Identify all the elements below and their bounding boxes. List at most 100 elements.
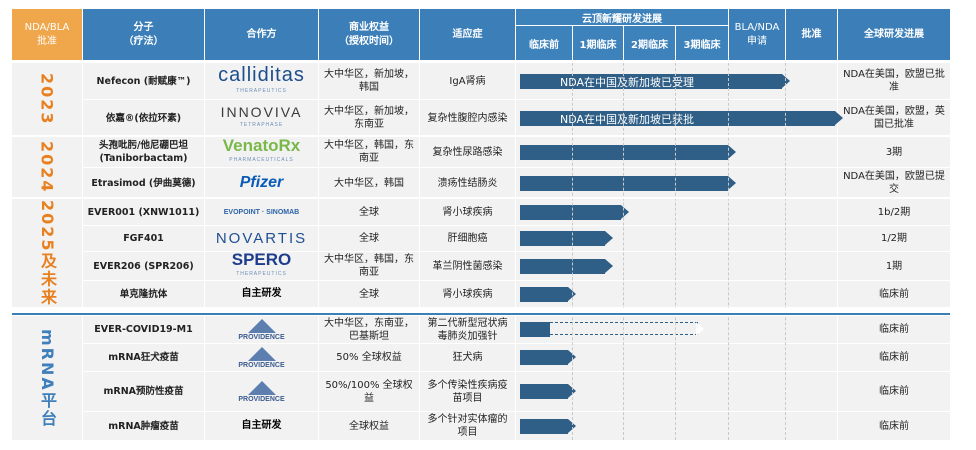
global-status: 1b/2期: [877, 206, 911, 218]
mrna-top-line: [12, 313, 950, 315]
indication: 革兰阴性菌感染: [432, 260, 503, 272]
partner-logo-text: VenatoRx: [222, 136, 301, 155]
commercial-rights: 大中华区，韩国: [334, 177, 404, 189]
partner-logo-text: SPERO: [231, 250, 292, 269]
molecule-name: EVER-COVID19-M1: [94, 324, 193, 335]
molecule-name: mRNA肿瘤疫苗: [108, 420, 179, 432]
molecule-name: 单克隆抗体: [119, 288, 168, 300]
progress-bar: [520, 287, 568, 302]
commercial-rights: 50% 全球权益: [336, 352, 402, 363]
partner-logo-subtext: TETRAPHASE: [239, 121, 284, 128]
stage-divider: [572, 63, 573, 440]
header-partner: 合作方: [205, 9, 318, 60]
header-approval: 批准: [786, 9, 837, 60]
header-preclinical: 临床前: [516, 25, 572, 60]
partner-logo: calliditas THERAPEUTICS: [205, 63, 318, 99]
header-phase2: 2期临床: [624, 25, 675, 60]
partner-logo: PROVIDENCE: [205, 372, 318, 411]
indication: 多个传染性疾病疫苗项目: [427, 379, 508, 404]
partner-logo: PROVIDENCE: [205, 316, 318, 343]
commercial-rights: 全球: [359, 233, 379, 244]
molecule-name: EVER001 (XNW1011): [87, 206, 200, 218]
global-status: NDA在美国，欧盟，英国已批准: [843, 106, 945, 130]
commercial-rights: 大中华区，韩国，东南亚: [324, 254, 414, 278]
molecule-name: 依嘉®(依拉环素): [105, 112, 182, 124]
header-nda-bla: NDA/BLA 批准: [12, 9, 82, 60]
global-status: 临床前: [879, 386, 909, 397]
partner-logo: 自主研发: [205, 281, 318, 307]
header-indication: 适应症: [420, 9, 515, 60]
group-separator: [12, 197, 950, 199]
partner-logo: VenatoRx PHARMACEUTICALS: [205, 137, 318, 167]
group-label-mrna: mRNA平台: [38, 328, 57, 428]
indication: 多个针对实体瘤的项目: [427, 414, 508, 438]
header-bla-filing: BLA/NDA 申请: [729, 9, 785, 60]
partner-logo-text: PROVIDENCE: [238, 361, 285, 369]
commercial-rights: 大中华区，韩国，东南亚: [324, 140, 414, 164]
progress-bar-label: NDA在中国及新加坡已受理: [560, 75, 695, 89]
indication: 复杂性尿路感染: [432, 146, 503, 158]
stage-divider: [785, 63, 786, 440]
progress-bar-solid: [520, 322, 550, 337]
progress-bar: [520, 384, 568, 399]
global-status: 1/2期: [880, 233, 908, 244]
group-label-2024: 2024: [37, 140, 57, 194]
indication: 复杂性腹腔内感染: [427, 112, 508, 124]
partner-logo: NOVARTIS: [205, 226, 318, 251]
progress-arrow-tip: [782, 74, 790, 88]
molecule-name: mRNA预防性疫苗: [103, 386, 184, 397]
global-status: 临床前: [879, 420, 909, 432]
header-stage-group: 云顶新耀研发进展: [516, 9, 728, 25]
global-status: 3期: [885, 146, 903, 158]
commercial-rights: 大中华区，东南亚，巴基斯坦: [324, 317, 414, 342]
partner-logo: SPERO THERAPEUTICS: [205, 250, 318, 280]
indication: IgA肾病: [449, 75, 486, 87]
partner-logo-subtext: THERAPEUTICS: [236, 271, 287, 277]
global-status: 临床前: [879, 288, 909, 300]
stage-divider: [728, 63, 729, 440]
global-status: NDA在美国，欧盟已提交: [843, 171, 945, 195]
commercial-rights: 全球: [359, 206, 379, 218]
global-status: 临床前: [879, 352, 909, 363]
progress-bar: [520, 419, 568, 434]
partner-logo: EVOPOINT · SINOMAB: [205, 199, 318, 225]
partner-logo: Pfizer: [205, 168, 318, 198]
progress-bar: [520, 205, 621, 220]
indication: 肝细胞癌: [447, 233, 488, 244]
progress-bar: [520, 322, 704, 337]
commercial-rights: 大中华区，新加坡，韩国: [324, 69, 414, 93]
progress-arrow-tip: [728, 176, 736, 190]
indication: 狂犬病: [452, 352, 483, 363]
commercial-rights: 全球权益: [349, 420, 389, 432]
molecule-name: EVER206 (SPR206): [93, 260, 194, 272]
stage-divider: [623, 63, 624, 440]
partner-logo: INNOVIVA TETRAPHASE: [205, 100, 318, 136]
partner-logo-text: 自主研发: [241, 420, 282, 431]
group-label-2025: 2025及未来: [38, 199, 57, 307]
partner-logo-text: 自主研发: [241, 288, 282, 299]
molecule-name: mRNA狂犬疫苗: [108, 352, 179, 363]
partner-logo: PROVIDENCE: [205, 344, 318, 371]
mountain-logo-icon: [247, 346, 276, 361]
partner-logo-text: EVOPOINT · SINOMAB: [223, 208, 300, 216]
global-status: 临床前: [879, 324, 909, 335]
commercial-rights: 50%/100% 全球权益: [325, 379, 413, 404]
commercial-rights: 大中华区，新加坡，东南亚: [324, 106, 414, 130]
global-status: 1期: [885, 260, 903, 272]
indication: 肾小球疾病: [442, 206, 493, 218]
header-rights: 商业权益 （授权时间）: [319, 9, 419, 60]
indication: 肾小球疾病: [442, 288, 493, 300]
indication: 溃疡性结肠炎: [437, 177, 498, 189]
molecule-name: 头孢吡肟/他尼硼巴坦 (Taniborbactam): [99, 140, 188, 164]
progress-arrow-dashed: [696, 322, 704, 336]
progress-bar-label: NDA在中国及新加坡已获批: [560, 112, 695, 126]
mountain-logo-icon: [247, 380, 276, 395]
commercial-rights: 全球: [359, 288, 379, 300]
partner-logo-text: INNOVIVA: [220, 103, 303, 120]
group-separator: [12, 135, 950, 137]
molecule-name: Etrasimod (伊曲莫德): [91, 177, 196, 189]
progress-bar: [520, 231, 605, 246]
progress-bar: [520, 176, 728, 191]
progress-bar: [520, 145, 728, 160]
molecule-name: Nefecon (耐赋康™): [96, 75, 191, 87]
